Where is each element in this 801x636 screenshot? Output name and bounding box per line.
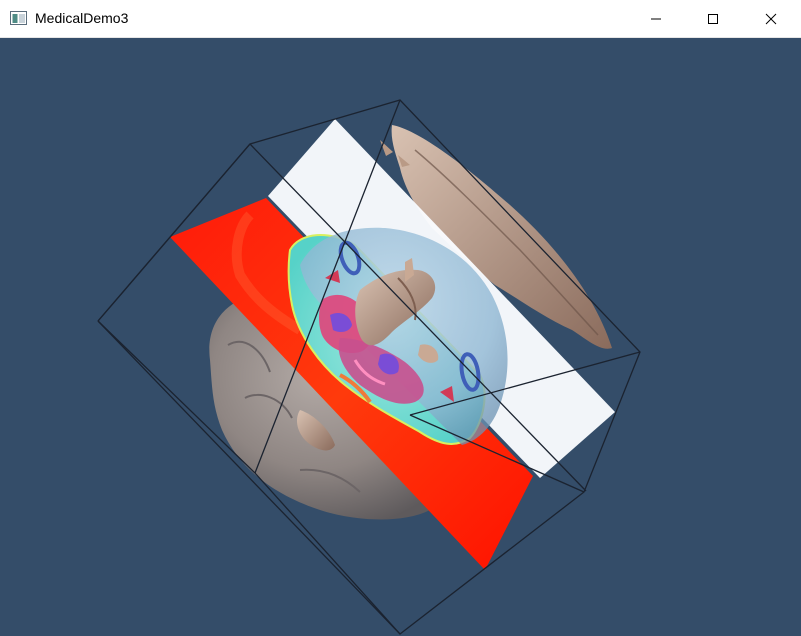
volume-scene xyxy=(97,99,641,635)
close-icon xyxy=(765,13,777,25)
maximize-icon xyxy=(708,14,718,24)
close-button[interactable] xyxy=(742,0,800,38)
maximize-button[interactable] xyxy=(684,0,742,38)
title-bar[interactable]: MedicalDemo3 xyxy=(0,0,801,38)
window-title: MedicalDemo3 xyxy=(35,10,129,26)
app-icon xyxy=(10,11,27,25)
minimize-button[interactable] xyxy=(627,0,685,38)
minimize-icon xyxy=(651,18,661,20)
render-viewport[interactable] xyxy=(0,38,801,636)
app-window: MedicalDemo3 xyxy=(0,0,801,636)
